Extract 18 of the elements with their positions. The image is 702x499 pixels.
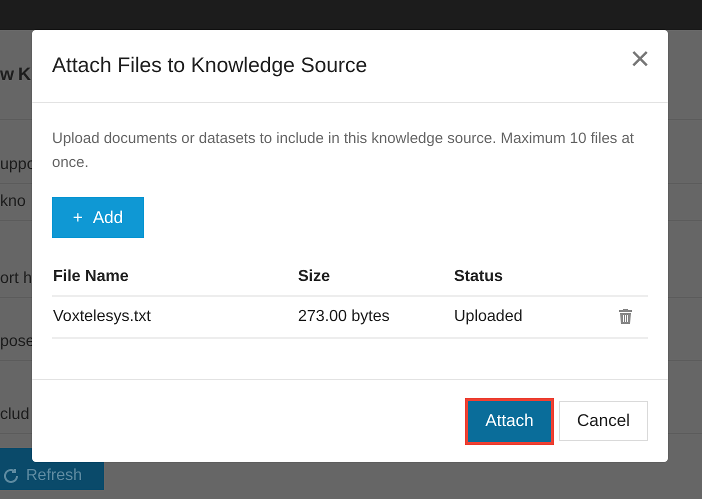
dialog-title: Attach Files to Knowledge Source: [52, 53, 368, 79]
refresh-icon: [2, 467, 20, 485]
description-text: Upload documents or datasets to include in this knowledge source. Maximum 10 files at once.: [52, 129, 635, 173]
text-fragment: clud: [0, 405, 30, 425]
column-header: File Name: [52, 258, 297, 296]
table-cell: Voxtelesys.txt: [52, 296, 297, 338]
page-heading: w K: [0, 63, 31, 86]
text-fragment: ort h: [0, 269, 32, 289]
attach-button[interactable]: Attach: [468, 400, 551, 442]
trash-icon[interactable]: [619, 309, 632, 324]
column-header: Status: [453, 258, 603, 296]
table-cell: 273.00 bytes: [297, 296, 453, 338]
text-fragment: kno: [0, 192, 26, 212]
column-header: Size: [297, 258, 453, 296]
cancel-button[interactable]: Cancel: [559, 401, 648, 441]
add-button[interactable]: + Add: [52, 197, 144, 238]
table-cell: Uploaded: [453, 296, 603, 338]
close-button[interactable]: ×: [630, 42, 650, 76]
